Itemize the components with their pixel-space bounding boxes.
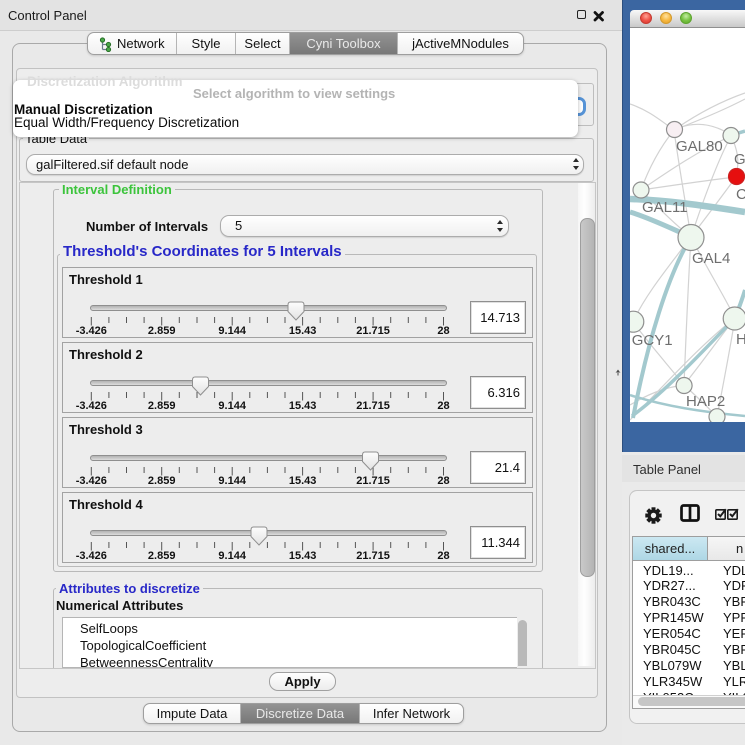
svg-text:G.: G. [734, 151, 745, 168]
svg-text:9.144: 9.144 [218, 550, 246, 562]
svg-text:9.144: 9.144 [218, 325, 246, 337]
svg-text:15.43: 15.43 [289, 325, 317, 337]
svg-text:GCY1: GCY1 [632, 332, 673, 349]
svg-text:21.715: 21.715 [356, 400, 390, 412]
svg-text:21.715: 21.715 [356, 550, 390, 562]
svg-text:9.144: 9.144 [218, 475, 246, 487]
svg-text:GAL11: GAL11 [642, 199, 688, 216]
svg-text:2.859: 2.859 [148, 325, 176, 337]
svg-text:HAP2: HAP2 [686, 393, 725, 410]
svg-text:9.144: 9.144 [218, 400, 246, 412]
svg-text:C: C [736, 186, 745, 203]
svg-text:-3.426: -3.426 [76, 400, 107, 412]
svg-text:28: 28 [437, 550, 449, 562]
svg-text:21.715: 21.715 [356, 325, 390, 337]
svg-text:28: 28 [437, 325, 449, 337]
svg-text:-3.426: -3.426 [76, 325, 107, 337]
svg-text:2.859: 2.859 [148, 550, 176, 562]
svg-text:15.43: 15.43 [289, 550, 317, 562]
svg-text:GAL4: GAL4 [692, 250, 730, 267]
svg-text:21.715: 21.715 [356, 475, 390, 487]
svg-text:GAL80: GAL80 [676, 138, 723, 155]
svg-text:-3.426: -3.426 [76, 550, 107, 562]
svg-text:H: H [736, 331, 745, 348]
svg-text:2.859: 2.859 [148, 400, 176, 412]
svg-text:28: 28 [437, 475, 449, 487]
svg-text:15.43: 15.43 [289, 400, 317, 412]
svg-text:-3.426: -3.426 [76, 475, 107, 487]
svg-text:15.43: 15.43 [289, 475, 317, 487]
svg-text:28: 28 [437, 400, 449, 412]
svg-text:2.859: 2.859 [148, 475, 176, 487]
